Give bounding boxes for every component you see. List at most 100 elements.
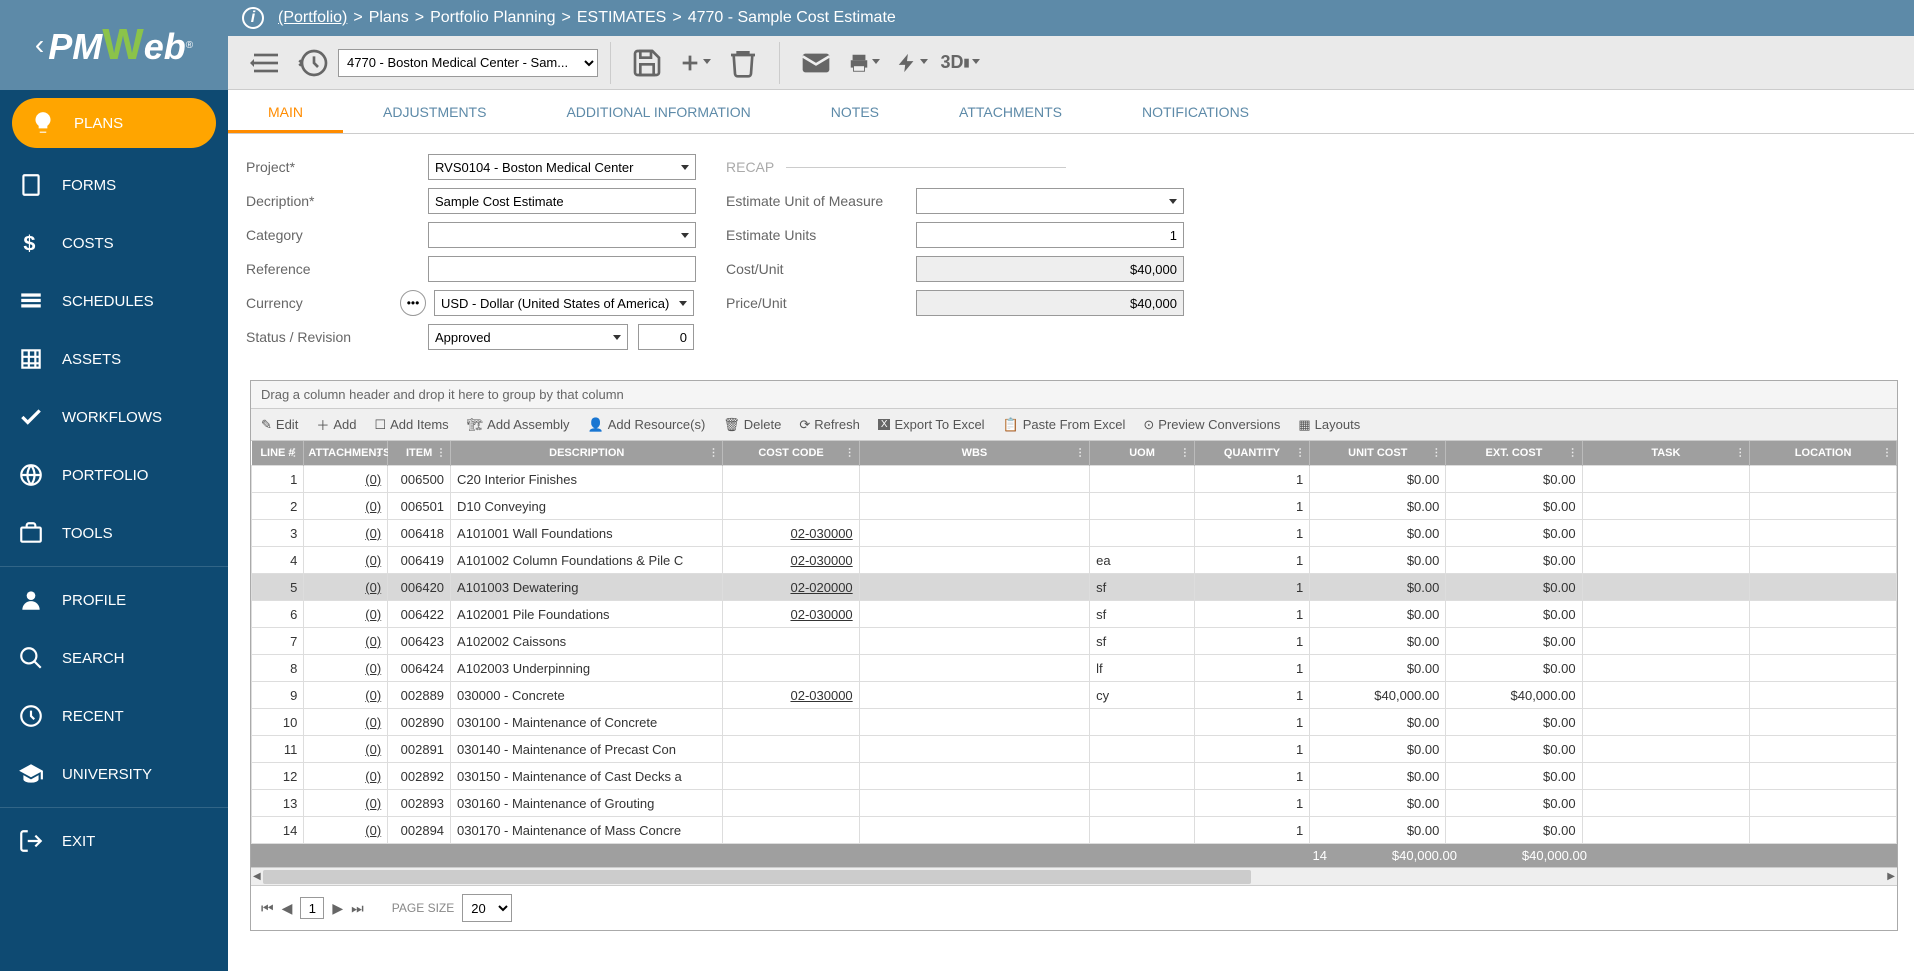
currency-more-icon[interactable]: ••• xyxy=(400,290,426,316)
breadcrumb-portfolio-link[interactable]: (Portfolio) xyxy=(278,9,347,27)
scroll-thumb[interactable] xyxy=(263,870,1251,884)
sidebar-item-plans[interactable]: PLANS xyxy=(12,98,216,148)
pager-last-icon[interactable]: ⏭ xyxy=(351,900,364,917)
grid-add-button[interactable]: ＋ Add xyxy=(316,415,356,434)
col-task[interactable]: TASK⋮ xyxy=(1582,441,1750,466)
col-attachments[interactable]: ATTACHMENTS⋮ xyxy=(304,441,388,466)
tab-attachments[interactable]: ATTACHMENTS xyxy=(919,90,1102,133)
col-menu-icon[interactable]: ⋮ xyxy=(708,448,718,459)
col-menu-icon[interactable]: ⋮ xyxy=(845,448,855,459)
table-row[interactable]: 3(0)006418A101001 Wall Foundations02-030… xyxy=(252,520,1897,547)
pager-page-input[interactable] xyxy=(300,897,324,919)
table-row[interactable]: 10(0)002890030100 - Maintenance of Concr… xyxy=(252,709,1897,736)
tab-main[interactable]: MAIN xyxy=(228,90,343,133)
table-row[interactable]: 6(0)006422A102001 Pile Foundations02-030… xyxy=(252,601,1897,628)
table-row[interactable]: 13(0)002893030160 - Maintenance of Grout… xyxy=(252,790,1897,817)
record-selector[interactable]: 4770 - Boston Medical Center - Sam... xyxy=(338,49,598,77)
grid-delete-button[interactable]: 🗑 Delete xyxy=(723,417,781,433)
breadcrumb-part[interactable]: ESTIMATES xyxy=(577,9,667,26)
grid-edit-button[interactable]: ✎ Edit xyxy=(261,417,298,433)
col-location[interactable]: LOCATION⋮ xyxy=(1750,441,1897,466)
grid-group-bar[interactable]: Drag a column header and drop it here to… xyxy=(251,381,1897,409)
table-row[interactable]: 2(0)006501D10 Conveying1$0.00$0.00 xyxy=(252,493,1897,520)
sidebar-item-forms[interactable]: FORMS xyxy=(0,156,228,214)
col-menu-icon[interactable]: ⋮ xyxy=(1180,448,1190,459)
toggle-panel-icon[interactable] xyxy=(250,47,282,79)
col-ext-cost[interactable]: EXT. COST⋮ xyxy=(1446,441,1582,466)
col-line-[interactable]: LINE #⋮ xyxy=(252,441,304,466)
history-icon[interactable] xyxy=(298,47,330,79)
pager-prev-icon[interactable]: ◀ xyxy=(282,900,293,917)
pager-first-icon[interactable]: ⏮ xyxy=(261,900,274,917)
description-input[interactable] xyxy=(428,188,696,214)
revision-input[interactable] xyxy=(638,324,694,350)
sidebar-item-assets[interactable]: ASSETS xyxy=(0,330,228,388)
scroll-left-icon[interactable]: ◀ xyxy=(253,871,261,882)
col-wbs[interactable]: WBS⋮ xyxy=(859,441,1090,466)
table-row[interactable]: 11(0)002891030140 - Maintenance of Preca… xyxy=(252,736,1897,763)
sidebar-exit[interactable]: EXIT xyxy=(0,812,228,870)
add-icon[interactable] xyxy=(679,47,711,79)
sidebar-item-schedules[interactable]: SCHEDULES xyxy=(0,272,228,330)
category-select[interactable] xyxy=(428,222,696,248)
col-description[interactable]: DESCRIPTION⋮ xyxy=(451,441,723,466)
grid-add-assembly-button[interactable]: 🏗 Add Assembly xyxy=(467,417,570,433)
breadcrumb-part[interactable]: Plans xyxy=(369,9,409,26)
print-icon[interactable] xyxy=(848,47,880,79)
tab-adjustments[interactable]: ADJUSTMENTS xyxy=(343,90,526,133)
pager-next-icon[interactable]: ▶ xyxy=(332,900,343,917)
col-menu-icon[interactable]: ⋮ xyxy=(1568,448,1578,459)
col-menu-icon[interactable]: ⋮ xyxy=(1431,448,1441,459)
sidebar-item-profile[interactable]: PROFILE xyxy=(0,571,228,629)
table-row[interactable]: 5(0)006420A101003 Dewatering02-020000sf1… xyxy=(252,574,1897,601)
scroll-right-icon[interactable]: ▶ xyxy=(1887,871,1895,882)
table-row[interactable]: 4(0)006419A101002 Column Foundations & P… xyxy=(252,547,1897,574)
col-menu-icon[interactable]: ⋮ xyxy=(1075,448,1085,459)
col-cost-code[interactable]: COST CODE⋮ xyxy=(723,441,859,466)
grid-layouts-button[interactable]: ▦ Layouts xyxy=(1298,417,1360,433)
info-icon[interactable]: i xyxy=(242,7,264,29)
grid-refresh-button[interactable]: ⟳ Refresh xyxy=(799,417,859,433)
project-select[interactable]: RVS0104 - Boston Medical Center xyxy=(428,154,696,180)
col-menu-icon[interactable]: ⋮ xyxy=(1882,448,1892,459)
grid-paste-button[interactable]: 📋 Paste From Excel xyxy=(1003,417,1126,433)
col-menu-icon[interactable]: ⋮ xyxy=(373,448,383,459)
pager-size-select[interactable]: 20 xyxy=(462,894,512,922)
sidebar-item-recent[interactable]: RECENT xyxy=(0,687,228,745)
grid-export-button[interactable]: X Export To Excel xyxy=(878,417,985,432)
email-icon[interactable] xyxy=(800,47,832,79)
col-item[interactable]: ITEM⋮ xyxy=(388,441,451,466)
currency-select[interactable]: USD - Dollar (United States of America) xyxy=(434,290,694,316)
grid-preview-button[interactable]: ⊙ Preview Conversions xyxy=(1143,417,1280,433)
tab-notifications[interactable]: NOTIFICATIONS xyxy=(1102,90,1289,133)
save-icon[interactable] xyxy=(631,47,663,79)
sidebar-item-university[interactable]: UNIVERSITY xyxy=(0,745,228,803)
delete-icon[interactable] xyxy=(727,47,759,79)
euom-select[interactable] xyxy=(916,188,1184,214)
3d-icon[interactable]: 3D▮ xyxy=(944,47,976,79)
tab-notes[interactable]: NOTES xyxy=(791,90,919,133)
col-menu-icon[interactable]: ⋮ xyxy=(289,448,299,459)
table-row[interactable]: 1(0)006500C20 Interior Finishes1$0.00$0.… xyxy=(252,466,1897,493)
reference-input[interactable] xyxy=(428,256,696,282)
sidebar-item-tools[interactable]: TOOLS xyxy=(0,504,228,562)
table-row[interactable]: 8(0)006424A102003 Underpinninglf1$0.00$0… xyxy=(252,655,1897,682)
col-uom[interactable]: UOM⋮ xyxy=(1090,441,1195,466)
grid-add-items-button[interactable]: ☐ Add Items xyxy=(374,417,448,433)
status-select[interactable]: Approved xyxy=(428,324,628,350)
sidebar-item-search[interactable]: SEARCH xyxy=(0,629,228,687)
table-row[interactable]: 7(0)006423A102002 Caissonssf1$0.00$0.00 xyxy=(252,628,1897,655)
table-row[interactable]: 12(0)002892030150 - Maintenance of Cast … xyxy=(252,763,1897,790)
sidebar-item-portfolio[interactable]: PORTFOLIO xyxy=(0,446,228,504)
col-menu-icon[interactable]: ⋮ xyxy=(1295,448,1305,459)
table-row[interactable]: 9(0)002889030000 - Concrete02-030000cy1$… xyxy=(252,682,1897,709)
table-row[interactable]: 14(0)002894030170 - Maintenance of Mass … xyxy=(252,817,1897,844)
col-quantity[interactable]: QUANTITY⋮ xyxy=(1194,441,1309,466)
action-icon[interactable] xyxy=(896,47,928,79)
eunits-input[interactable] xyxy=(916,222,1184,248)
col-menu-icon[interactable]: ⋮ xyxy=(436,448,446,459)
sidebar-item-workflows[interactable]: WORKFLOWS xyxy=(0,388,228,446)
col-unit-cost[interactable]: UNIT COST⋮ xyxy=(1310,441,1446,466)
tab-additional-information[interactable]: ADDITIONAL INFORMATION xyxy=(526,90,790,133)
grid-hscroll[interactable]: ◀ ▶ xyxy=(251,867,1897,885)
